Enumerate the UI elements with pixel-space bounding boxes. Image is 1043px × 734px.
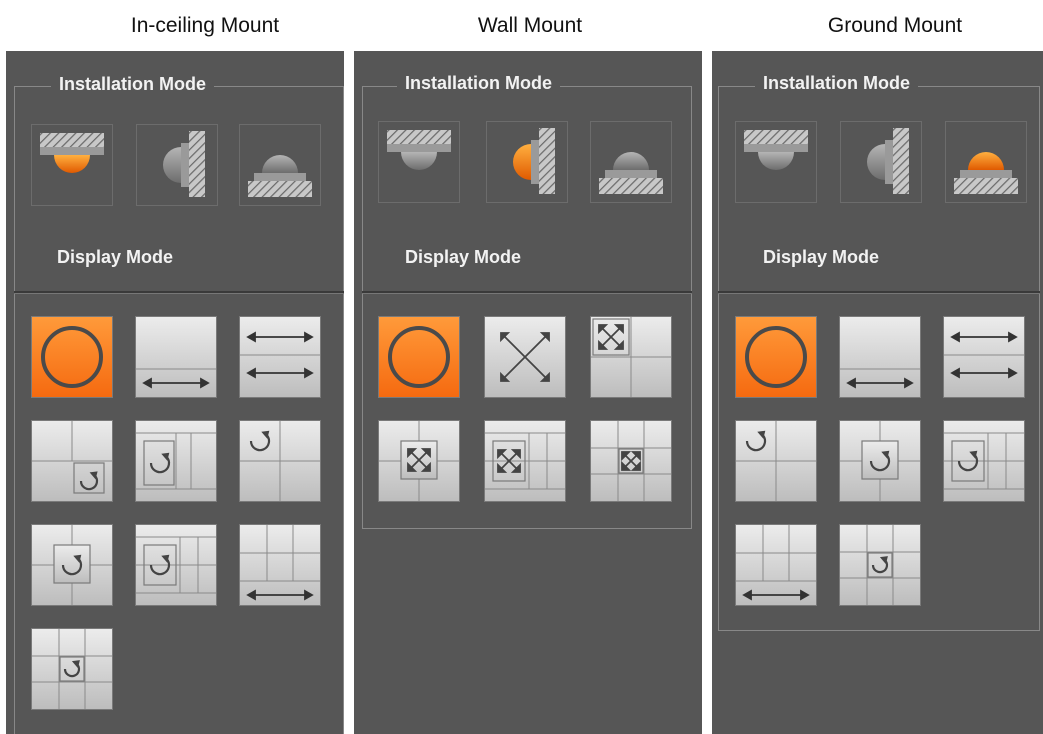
one-plus-six-ptz-icon[interactable] bbox=[943, 420, 1025, 502]
installation-mode-label: Installation Mode bbox=[397, 73, 561, 94]
fisheye-original-icon[interactable] bbox=[378, 316, 460, 398]
fisheye-original-icon[interactable] bbox=[735, 316, 817, 398]
one-plus-three-ptz-icon[interactable] bbox=[135, 420, 217, 502]
one-plus-eight-ptz-icon[interactable] bbox=[31, 628, 113, 710]
fisheye-original-icon[interactable] bbox=[31, 316, 113, 398]
panel-ground: Installation Mode Display Mode bbox=[712, 51, 1043, 734]
divider bbox=[14, 291, 344, 294]
dual-panorama-icon[interactable] bbox=[943, 316, 1025, 398]
display-mode-label: Display Mode bbox=[763, 247, 880, 267]
panorama-plus-six-icon[interactable] bbox=[735, 524, 817, 606]
ground-mount-icon[interactable] bbox=[945, 121, 1027, 203]
one-plus-three-expand-icon[interactable] bbox=[590, 316, 672, 398]
column-title-in-ceiling: In-ceiling Mount bbox=[130, 14, 280, 37]
wall-mount-icon[interactable] bbox=[840, 121, 922, 203]
panorama-180-icon[interactable] bbox=[839, 316, 921, 398]
panorama-plus-six-icon[interactable] bbox=[239, 524, 321, 606]
ground-mount-icon[interactable] bbox=[590, 121, 672, 203]
display-mode-label: Display Mode bbox=[57, 247, 174, 267]
wall-mount-icon[interactable] bbox=[136, 124, 218, 206]
one-plus-three-quad-icon[interactable] bbox=[239, 420, 321, 502]
panel-wall: Installation Mode Display Mode bbox=[354, 51, 702, 734]
one-plus-three-quad-icon[interactable] bbox=[735, 420, 817, 502]
ceiling-mount-icon[interactable] bbox=[31, 124, 113, 206]
one-plus-three-center-ptz-icon[interactable] bbox=[31, 524, 113, 606]
one-plus-six-expand-icon[interactable] bbox=[484, 420, 566, 502]
one-plus-one-ptz-icon[interactable] bbox=[31, 420, 113, 502]
installation-mode-label: Installation Mode bbox=[51, 74, 215, 95]
one-plus-eight-expand-icon[interactable] bbox=[590, 420, 672, 502]
dual-panorama-icon[interactable] bbox=[239, 316, 321, 398]
ceiling-mount-icon[interactable] bbox=[378, 121, 460, 203]
one-plus-three-center-expand-icon[interactable] bbox=[378, 420, 460, 502]
column-title-ground: Ground Mount bbox=[827, 14, 963, 37]
display-mode-label: Display Mode bbox=[405, 247, 522, 267]
column-title-wall: Wall Mount bbox=[477, 14, 583, 37]
ground-mount-icon[interactable] bbox=[239, 124, 321, 206]
wall-mount-icon[interactable] bbox=[486, 121, 568, 203]
panel-in-ceiling: Installation Mode Display Mode bbox=[6, 51, 344, 734]
divider bbox=[362, 291, 692, 294]
panorama-180-icon[interactable] bbox=[135, 316, 217, 398]
ceiling-mount-icon[interactable] bbox=[735, 121, 817, 203]
one-plus-eight-ptz-icon[interactable] bbox=[839, 524, 921, 606]
panorama-stretch-icon[interactable] bbox=[484, 316, 566, 398]
divider bbox=[718, 291, 1040, 294]
installation-mode-label: Installation Mode bbox=[755, 73, 919, 94]
one-plus-six-ptz-icon[interactable] bbox=[135, 524, 217, 606]
one-plus-three-center-ptz-icon[interactable] bbox=[839, 420, 921, 502]
